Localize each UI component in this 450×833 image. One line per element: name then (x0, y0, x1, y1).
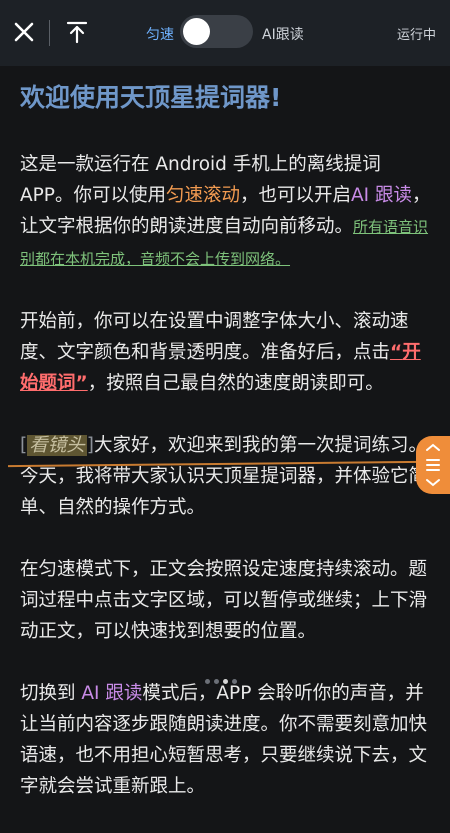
page-indicator (205, 669, 245, 684)
paragraph-greeting: [看镜头]大家好，欢迎来到我的第一次提词练习。今天，我将带大家认识天顶星提词器，… (20, 430, 435, 523)
close-icon[interactable] (10, 18, 38, 46)
page-dot (214, 679, 219, 684)
paragraph-setup: 开始前，你可以在设置中调整字体大小、滚动速度、文字颜色和背景透明度。准备好后，点… (20, 306, 435, 399)
toggle-knob (183, 18, 210, 45)
text: ，也可以开启 (239, 185, 351, 206)
highlight-constant-scroll: 匀速滚动 (165, 185, 240, 206)
highlight-ai-follow: AI 跟读 (351, 185, 412, 206)
mode-constant-speed-label[interactable]: 匀速 (146, 24, 174, 44)
text: ，按照自己最自然的速度朗读即可。 (87, 373, 384, 394)
toolbar-divider (49, 20, 50, 46)
paragraph-ai-mode: 切换到 AI 跟读模式后，APP 会聆听你的声音，并让当前内容逐步跟随朗读进度。… (20, 678, 435, 802)
quote-open: “ (390, 342, 403, 363)
mode-toggle-switch[interactable] (180, 15, 253, 48)
page-dot (205, 679, 210, 684)
teleprompter-text-area[interactable]: 欢迎使用天顶星提词器! 这是一款运行在 Android 手机上的离线提词 APP… (20, 78, 435, 833)
top-toolbar: 匀速 AI跟读 运行中 (0, 0, 450, 66)
paragraph-intro: 这是一款运行在 Android 手机上的离线提词 APP。你可以使用匀速滚动，也… (20, 149, 435, 275)
status-text: 运行中 (396, 28, 436, 43)
cue-bracket-close: ] (86, 435, 94, 456)
page-dot (232, 679, 237, 684)
paragraph-constant-mode: 在匀速模式下，正文会按照设定速度持续滚动。题词过程中点击文字区域，可以暂停或继续… (20, 559, 428, 642)
quote-close: ” (75, 373, 88, 394)
mode-ai-follow-label[interactable]: AI跟读 (262, 24, 304, 44)
text: 切换到 (20, 683, 82, 704)
scroll-to-top-icon[interactable] (63, 18, 91, 46)
page-title: 欢迎使用天顶星提词器! (20, 83, 282, 112)
page-dot-active (223, 679, 228, 684)
cue-look-at-camera: 看镜头 (27, 435, 87, 456)
highlight-ai-follow: AI 跟读 (81, 683, 143, 704)
text: 开始前，你可以在设置中调整字体大小、滚动速度、文字颜色和背景透明度。准备好后，点… (20, 311, 409, 363)
side-drag-handle[interactable] (416, 436, 450, 494)
handle-grip-icon (426, 443, 440, 487)
